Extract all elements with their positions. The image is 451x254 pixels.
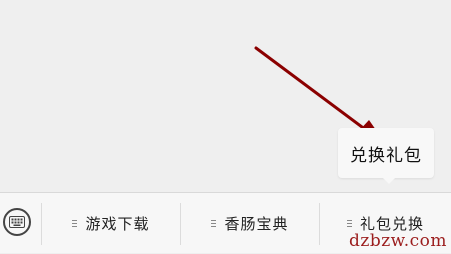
submenu-popup[interactable]: 兑换礼包 bbox=[338, 128, 434, 184]
keyboard-toggle-button[interactable] bbox=[3, 208, 31, 236]
menu-item-game-download[interactable]: 游戏下载 bbox=[42, 193, 180, 254]
menu-list-icon bbox=[211, 219, 217, 228]
popup-item-redeem-gift[interactable]: 兑换礼包 bbox=[350, 141, 422, 166]
menu-list-icon bbox=[346, 219, 352, 228]
menu-item-label: 香肠宝典 bbox=[224, 215, 289, 233]
keyboard-icon bbox=[9, 216, 25, 228]
menu-item-label: 游戏下载 bbox=[85, 215, 150, 233]
menu-item-sausage-guide[interactable]: 香肠宝典 bbox=[181, 193, 319, 254]
menu-list-icon bbox=[72, 219, 78, 228]
site-watermark: dzbzw.com bbox=[349, 231, 447, 251]
